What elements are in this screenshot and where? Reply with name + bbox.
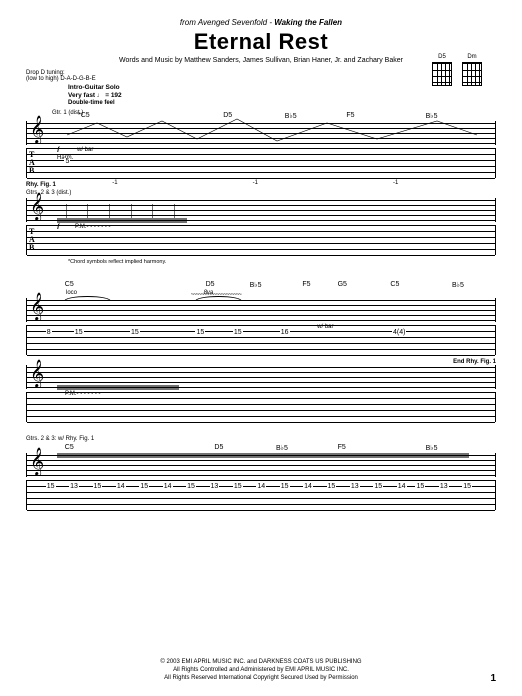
notation-staff: 𝄞 ~~~~~~~~~~~~~~~~~~~~ w/ bar xyxy=(26,298,496,322)
gtr23-staff-group: 𝄞 P.M.- - - - - - - xyxy=(26,365,496,422)
gtr1-staff-group: 𝄞 ~~~~~~~~~~~~~~~~~~~~ w/ bar 8 15 15 15… xyxy=(26,298,496,355)
credits: Words and Music by Matthew Sanders, Jame… xyxy=(26,57,496,64)
note-run xyxy=(57,455,491,475)
chord-row: C5 D5 B♭5 F5 B♭5 xyxy=(56,444,496,453)
tab-num: 13 xyxy=(350,483,360,490)
chord-sym: B♭5 xyxy=(452,281,464,289)
copyright-line: All Rights Controlled and Administered b… xyxy=(0,666,522,674)
tab-num: 5 xyxy=(64,158,70,165)
gtr23-staff-group: 𝄞 f P.M.- - - - - - - TAB xyxy=(26,198,496,255)
tab-num: 14 xyxy=(116,483,126,490)
copyright-footer: © 2003 EMI APRIL MUSIC INC. and DARKNESS… xyxy=(0,658,522,682)
tab-num: 15 xyxy=(74,329,84,336)
tab-num: 15 xyxy=(373,483,383,490)
source-prefix: from Avenged Sevenfold - xyxy=(180,18,274,27)
copyright-line: © 2003 EMI APRIL MUSIC INC. and DARKNESS… xyxy=(0,658,522,666)
fret-grid xyxy=(462,62,482,86)
chord-diagram-d5: D5 xyxy=(432,54,452,86)
tab-num: 14 xyxy=(303,483,313,490)
tab-num: 15 xyxy=(233,329,243,336)
chord-sym: C5 xyxy=(65,281,74,288)
source-line: from Avenged Sevenfold - Waking the Fall… xyxy=(26,18,496,27)
notation-staff: 𝄞 f P.M.- - - - - - - xyxy=(26,198,496,222)
rhythm-notation xyxy=(57,200,491,220)
tab-num: 8 xyxy=(46,329,52,336)
tab-num: 16 xyxy=(280,329,290,336)
tab-staff: TAB xyxy=(26,225,496,255)
chord-sym: G5 xyxy=(338,281,347,288)
tab-num: 15 xyxy=(280,483,290,490)
treble-clef-icon: 𝄞 xyxy=(30,194,44,221)
rhythm-notation xyxy=(57,367,491,387)
tab-num: 15 xyxy=(415,483,425,490)
page-number: 1 xyxy=(490,673,496,684)
tuning-label: Drop D tuning: (low to high) D-A-D-G-B-E xyxy=(26,70,496,82)
tie-icon xyxy=(195,296,242,301)
chord-sym: D5 xyxy=(214,444,223,451)
treble-clef-icon: 𝄞 xyxy=(30,117,44,144)
tab-staff: TAB 5 -1 -1 -1 xyxy=(26,148,496,178)
tab-num: 14 xyxy=(163,483,173,490)
chord-sym: F5 xyxy=(338,444,346,451)
chord-sym: C5 xyxy=(65,444,74,451)
tab-num: 13 xyxy=(69,483,79,490)
fret-grid xyxy=(432,62,452,86)
tab-num: 13 xyxy=(439,483,449,490)
gtr1-staff-group: 𝄞 f w/ bar Harm. TAB 5 -1 -1 -1 xyxy=(26,121,496,178)
gtr23-label: Gtrs. 2 & 3 (dist.) xyxy=(26,190,496,196)
tab-num: 15 xyxy=(139,483,149,490)
gtr23-rhy-label: Gtrs. 2 & 3: w/ Rhy. Fig. 1 xyxy=(26,436,496,442)
chord-row: C5 D5 B♭5 F5 G5 C5 B♭5 xyxy=(56,281,496,290)
chord-sym: B♭5 xyxy=(250,281,262,289)
chord-sym: B♭5 xyxy=(276,444,288,452)
system-1: Gtr. 1 (dist.) *C5 D5 B♭5 F5 B♭5 𝄞 f w/ … xyxy=(26,112,496,265)
treble-clef-icon: 𝄞 xyxy=(30,294,44,321)
system-2: C5 D5 B♭5 F5 G5 C5 B♭5 loco 8va 𝄞 ~~~~~~… xyxy=(26,281,496,422)
tab-staff xyxy=(26,392,496,422)
whammy-line xyxy=(57,115,491,151)
copyright-line: All Rights Reserved International Copyri… xyxy=(0,674,522,682)
feel-label: Double-time feel xyxy=(68,100,496,106)
tempo-marking: Very fast ♩ = 192 xyxy=(68,92,496,99)
chord-diagram-dm: Dm xyxy=(462,54,482,86)
tab-num: 15 xyxy=(327,483,337,490)
tab-num: 15 xyxy=(130,329,140,336)
tab-num: 14 xyxy=(397,483,407,490)
chord-name: D5 xyxy=(438,54,446,60)
treble-clef-icon: 𝄞 xyxy=(30,361,44,388)
tab-num: 15 xyxy=(195,329,205,336)
chord-name: Dm xyxy=(467,54,476,60)
gtr1-staff-group: 𝄞 15 13 15 14 15 14 15 13 15 xyxy=(26,453,496,510)
sheet-music-page: from Avenged Sevenfold - Waking the Fall… xyxy=(0,0,522,696)
tab-num: 13 xyxy=(210,483,220,490)
album-title: Waking the Fallen xyxy=(274,18,342,27)
chord-sym: B♭5 xyxy=(426,444,438,452)
tab-num: 15 xyxy=(93,483,103,490)
chord-sym: C5 xyxy=(390,281,399,288)
tab-num: 15 xyxy=(233,483,243,490)
system-3: Gtrs. 2 & 3: w/ Rhy. Fig. 1 C5 D5 B♭5 F5… xyxy=(26,436,496,510)
tab-num: 15 xyxy=(186,483,196,490)
tab-num: 14 xyxy=(256,483,266,490)
tab-num: 4(4) xyxy=(392,329,406,336)
tab-staff: 8 15 15 15 15 16 4(4) xyxy=(26,325,496,355)
notation-staff: 𝄞 P.M.- - - - - - - xyxy=(26,365,496,389)
tab-staff: 15 13 15 14 15 14 15 13 15 14 15 14 15 1… xyxy=(26,480,496,510)
treble-clef-icon: 𝄞 xyxy=(30,449,44,476)
tab-num: 15 xyxy=(462,483,472,490)
chord-sym: F5 xyxy=(302,281,310,288)
notation-staff: 𝄞 xyxy=(26,453,496,477)
footnote: *Chord symbols reflect implied harmony. xyxy=(68,259,496,265)
loco-marking: loco xyxy=(66,290,77,296)
rhy-fig-label: Rhy. Fig. 1 xyxy=(26,182,496,188)
chord-sym: D5 xyxy=(206,281,215,288)
tuning-detail: (low to high) D-A-D-G-B-E xyxy=(26,76,96,82)
tab-num: 15 xyxy=(46,483,56,490)
chord-diagrams: D5 Dm xyxy=(432,54,482,86)
tie-icon xyxy=(64,296,111,301)
song-title: Eternal Rest xyxy=(26,29,496,55)
notation-staff: 𝄞 f w/ bar Harm. xyxy=(26,121,496,145)
header: from Avenged Sevenfold - Waking the Fall… xyxy=(26,18,496,64)
